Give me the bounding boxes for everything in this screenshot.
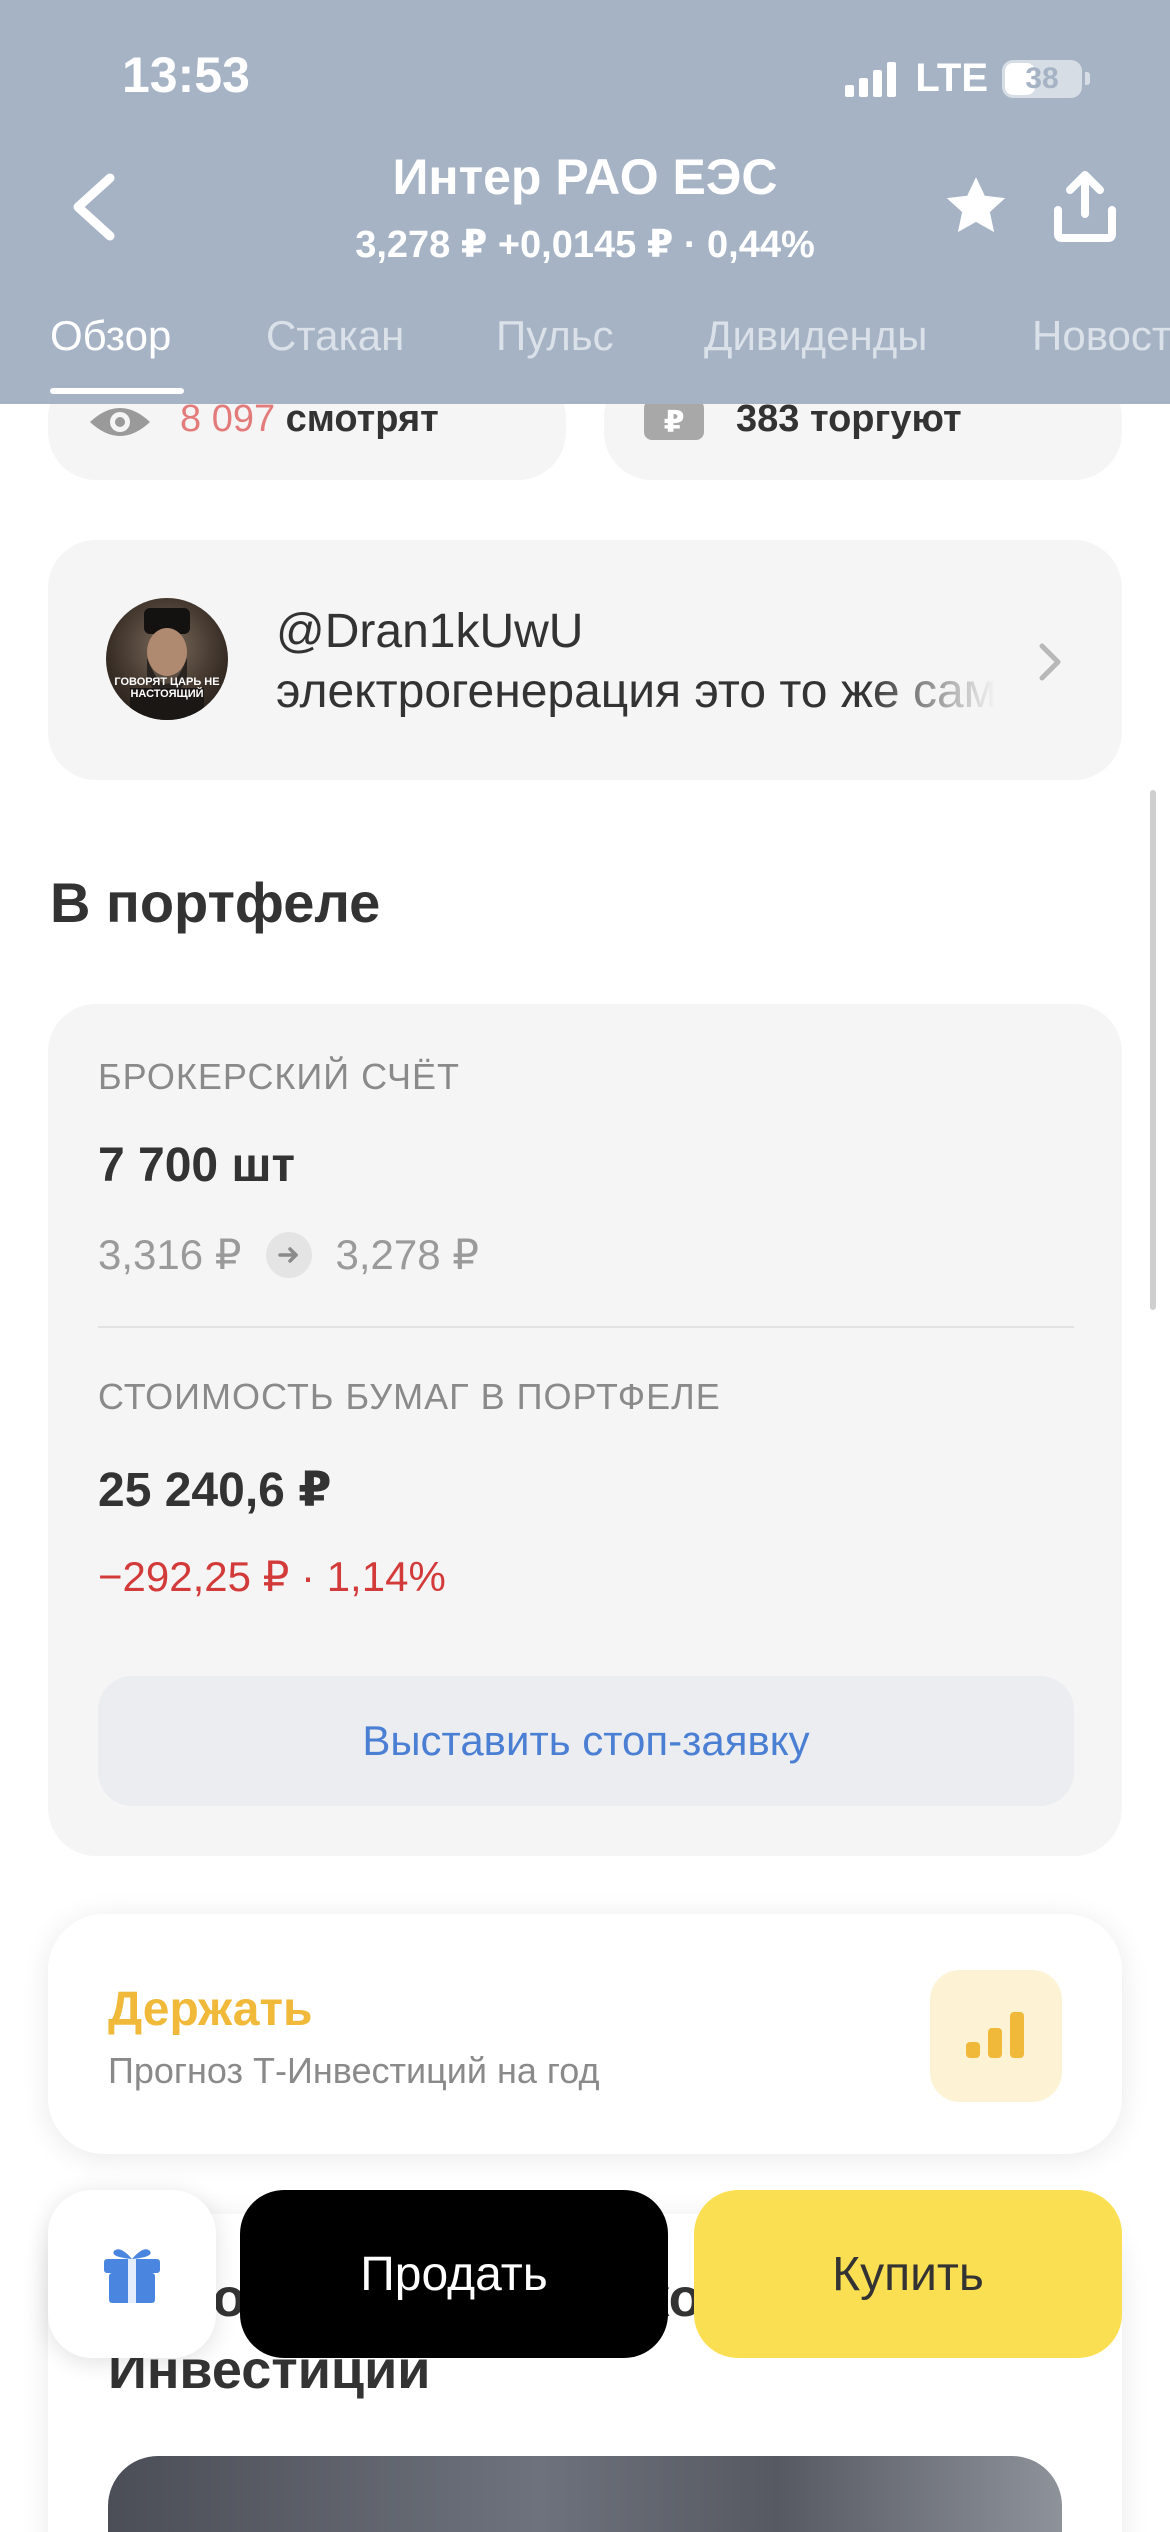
average-price: 3,316 ₽	[98, 1231, 242, 1278]
post-username[interactable]: @Dran1kUwU	[276, 604, 583, 659]
star-icon	[946, 177, 1006, 233]
tab-order-book[interactable]: Стакан	[266, 312, 404, 360]
account-label: БРОКЕРСКИЙ СЧЁТ	[98, 1056, 460, 1097]
post-text: электрогенерация это то же самое	[276, 665, 996, 718]
svg-text:₽: ₽	[664, 405, 685, 440]
news-image	[108, 2456, 1062, 2532]
watching-label: смотрят	[285, 398, 439, 440]
forecast-title: Держать	[108, 1983, 313, 2036]
divider	[98, 1326, 1074, 1328]
scrollbar[interactable]	[1150, 790, 1156, 1310]
portfolio-value-label: СТОИМОСТЬ БУМАГ В ПОРТФЕЛЕ	[98, 1376, 721, 1417]
share-button[interactable]	[1052, 170, 1118, 242]
sell-button[interactable]: Продать	[240, 2190, 668, 2358]
bar-chart-icon	[966, 2012, 1024, 2058]
battery-icon: 38	[1002, 59, 1082, 98]
status-time: 13:53	[122, 47, 250, 103]
forecast-subtitle: Прогноз Т-Инвестиций на год	[108, 2050, 600, 2091]
gift-icon	[104, 2249, 160, 2303]
avatar-caption: ГОВОРЯТ ЦАРЬ НЕ НАСТОЯЩИЙ	[114, 676, 220, 700]
tab-overview[interactable]: Обзор	[50, 312, 171, 360]
arrow-right-icon	[265, 1231, 312, 1278]
buy-button[interactable]: Купить	[694, 2190, 1122, 2358]
gift-button[interactable]	[48, 2190, 216, 2358]
forecast-icon-box	[930, 1970, 1062, 2102]
tab-news[interactable]: Новости	[1032, 312, 1170, 360]
eye-icon	[90, 408, 150, 436]
watching-count: 8 097	[180, 398, 276, 440]
section-title: В портфеле	[50, 871, 381, 934]
position-quantity: 7 700 шт	[98, 1139, 295, 1192]
share-icon	[1054, 171, 1116, 242]
trading-stat: 383 торгуют	[736, 398, 962, 440]
tab-pulse[interactable]: Пульс	[496, 312, 614, 360]
app-header: 13:53 LTE 38 Интер РАО ЕЭС 3,278 ₽ +0,01…	[0, 0, 1170, 404]
signal-icon	[845, 61, 901, 97]
battery-level: 38	[1025, 61, 1059, 95]
watching-stat: 8 097 смотрят	[180, 398, 439, 441]
stop-order-button[interactable]: Выставить стоп-заявку	[98, 1676, 1074, 1806]
price-change-line: 3,316 ₽ 3,278 ₽	[98, 1230, 479, 1279]
active-tab-indicator	[50, 388, 184, 394]
portfolio-value: 25 240,6 ₽	[98, 1464, 332, 1517]
portfolio-change: −292,25 ₽ · 1,14%	[98, 1553, 446, 1600]
network-label: LTE	[915, 56, 988, 100]
favorite-button[interactable]	[942, 172, 1010, 240]
chevron-right-icon	[1039, 643, 1061, 681]
status-indicators: LTE 38	[845, 56, 1090, 101]
avatar-figure	[130, 608, 204, 720]
avatar[interactable]: ГОВОРЯТ ЦАРЬ НЕ НАСТОЯЩИЙ	[106, 598, 228, 720]
current-price: 3,278 ₽	[335, 1231, 480, 1278]
tab-dividends[interactable]: Дивиденды	[704, 312, 927, 360]
section-tabs: Обзор Стакан Пульс Дивиденды Новости	[0, 312, 1170, 392]
